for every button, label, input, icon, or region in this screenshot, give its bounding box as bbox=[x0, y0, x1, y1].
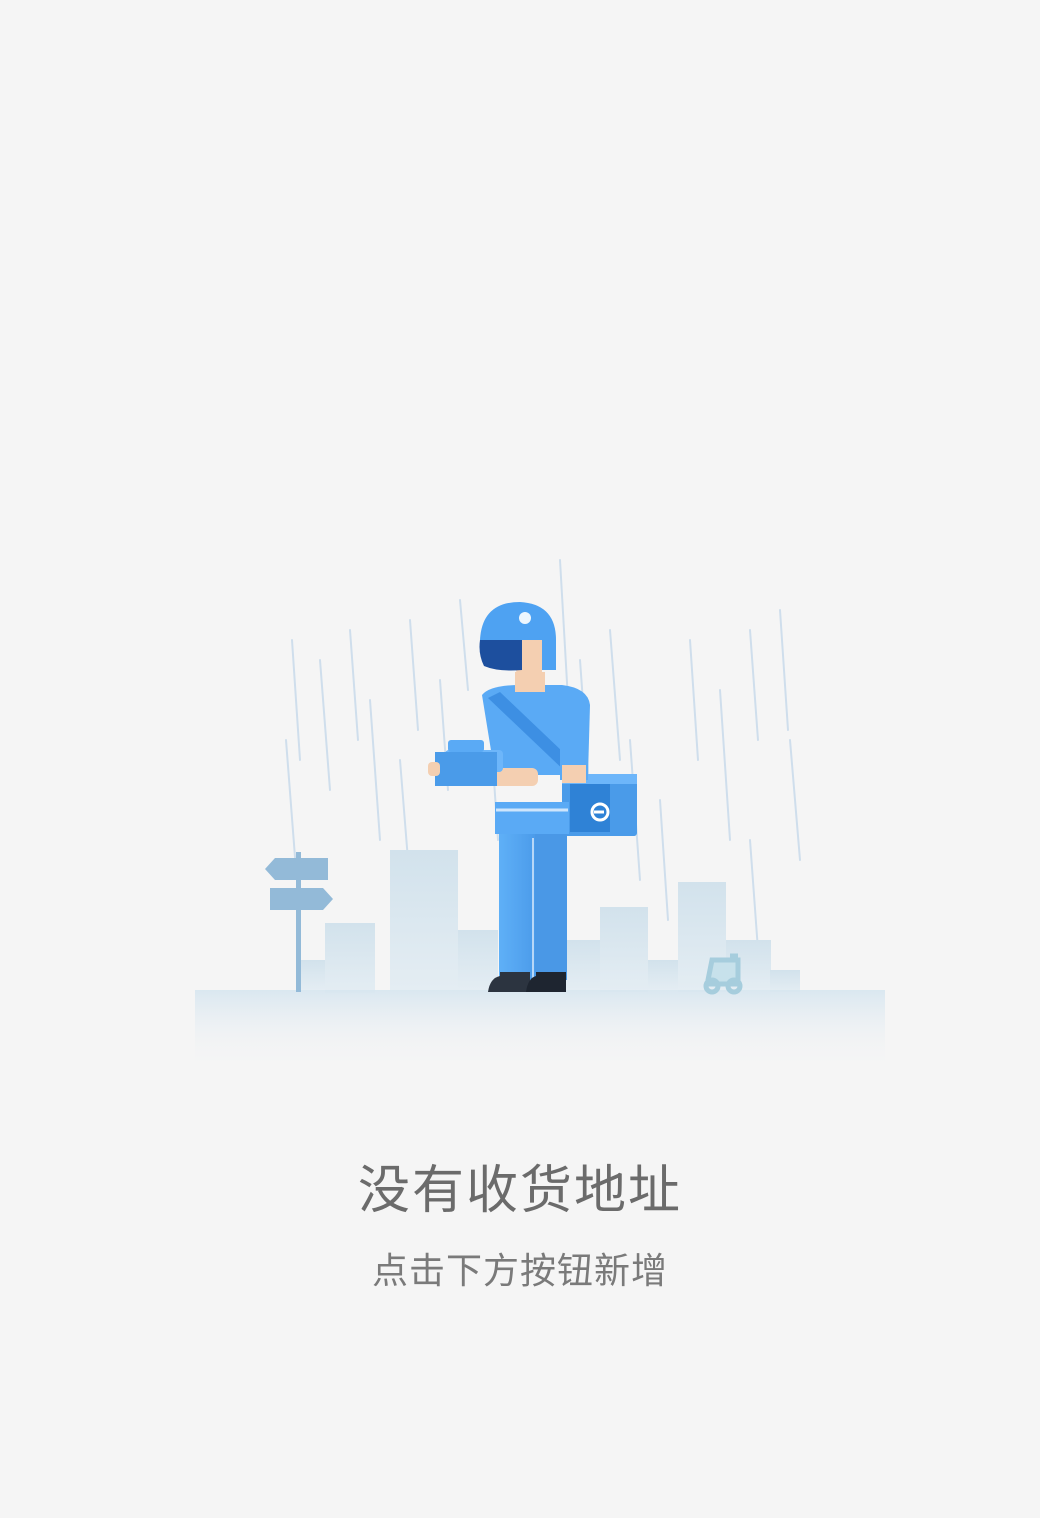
empty-address-screen: 没有收货地址 点击下方按钮新增 bbox=[0, 0, 1040, 1518]
ground bbox=[195, 990, 885, 1070]
delivery-rider-illustration bbox=[195, 559, 885, 1070]
empty-state-subtitle: 点击下方按钮新增 bbox=[371, 1251, 668, 1292]
empty-state-title: 没有收货地址 bbox=[357, 1161, 682, 1221]
